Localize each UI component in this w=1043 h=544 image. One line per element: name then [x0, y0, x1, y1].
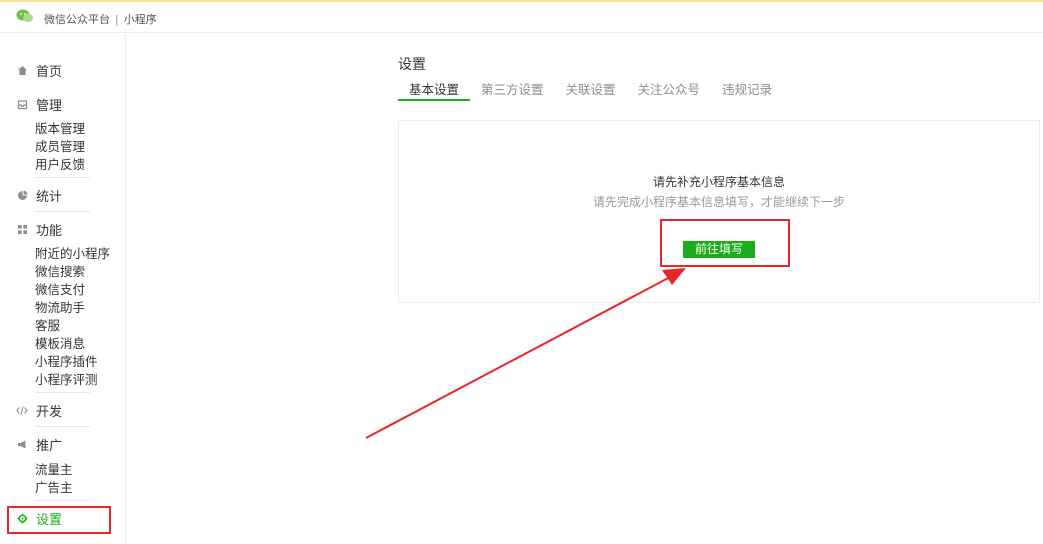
divider — [35, 392, 90, 393]
info-card: 请先补充小程序基本信息 请先完成小程序基本信息填写，才能继续下一步 前往填写 — [398, 120, 1040, 303]
pie-chart-icon — [16, 189, 28, 201]
nav-stats[interactable]: 统计 — [16, 185, 62, 205]
nav-version-manage[interactable]: 版本管理 — [35, 120, 85, 138]
brand-title[interactable]: 微信公众平台 | 小程序 — [44, 11, 157, 27]
home-icon — [16, 64, 28, 76]
nav-customer-service[interactable]: 客服 — [35, 317, 60, 335]
nav-manage-label: 管理 — [36, 98, 63, 114]
card-description: 请先完成小程序基本信息填写，才能继续下一步 — [592, 195, 845, 209]
nav-stats-label: 统计 — [36, 189, 63, 205]
nav-traffic-owner[interactable]: 流量主 — [35, 461, 73, 479]
nav-wechat-search[interactable]: 微信搜索 — [35, 263, 85, 281]
divider — [35, 211, 90, 212]
nav-manage[interactable]: 管理 — [16, 94, 62, 114]
nav-home[interactable]: 首页 — [16, 60, 62, 80]
divider — [35, 500, 90, 501]
nav-advertiser[interactable]: 广告主 — [35, 479, 73, 497]
wechat-logo-icon — [16, 9, 33, 23]
brand-separator: | — [115, 13, 119, 26]
nav-develop[interactable]: 开发 — [16, 400, 62, 420]
nav-miniprogram-plugin[interactable]: 小程序插件 — [35, 353, 98, 371]
nav-features[interactable]: 功能 — [16, 219, 62, 239]
tab-third-party-settings[interactable]: 第三方设置 — [470, 83, 555, 101]
divider — [35, 177, 90, 178]
product-name: 小程序 — [123, 13, 157, 26]
divider — [35, 426, 90, 427]
nav-features-label: 功能 — [36, 223, 63, 239]
megaphone-icon — [16, 438, 28, 450]
nav-member-manage[interactable]: 成员管理 — [35, 138, 85, 156]
nav-nearby-miniprogram[interactable]: 附近的小程序 — [35, 245, 110, 263]
page-title: 设置 — [398, 57, 426, 73]
tab-follow-official-account[interactable]: 关注公众号 — [627, 83, 712, 101]
nav-develop-label: 开发 — [36, 404, 63, 420]
nav-miniprogram-review[interactable]: 小程序评测 — [35, 371, 98, 389]
code-icon — [16, 404, 28, 416]
annotation-box-button — [660, 219, 790, 267]
card-title: 请先补充小程序基本信息 — [652, 175, 785, 189]
settings-tabs: 基本设置 第三方设置 关联设置 关注公众号 违规记录 — [398, 83, 783, 105]
annotation-box-settings — [7, 506, 111, 534]
top-bar: 微信公众平台 | 小程序 — [0, 0, 1043, 33]
tab-association-settings[interactable]: 关联设置 — [555, 83, 627, 101]
nav-promote-label: 推广 — [36, 438, 63, 454]
inbox-icon — [16, 98, 28, 110]
nav-user-feedback[interactable]: 用户反馈 — [35, 156, 85, 174]
nav-template-message[interactable]: 模板消息 — [35, 335, 85, 353]
nav-logistics-helper[interactable]: 物流助手 — [35, 299, 85, 317]
grid-icon — [16, 223, 28, 235]
tab-basic-settings[interactable]: 基本设置 — [398, 83, 471, 101]
nav-promote[interactable]: 推广 — [16, 434, 62, 454]
sidebar: 首页 管理 版本管理 成员管理 用户反馈 统计 功能 附近的小程序 微信搜索 微… — [0, 34, 126, 544]
tab-violation-records[interactable]: 违规记录 — [711, 83, 783, 101]
nav-home-label: 首页 — [36, 64, 63, 80]
brand-name: 微信公众平台 — [44, 13, 110, 26]
nav-wechat-pay[interactable]: 微信支付 — [35, 281, 85, 299]
